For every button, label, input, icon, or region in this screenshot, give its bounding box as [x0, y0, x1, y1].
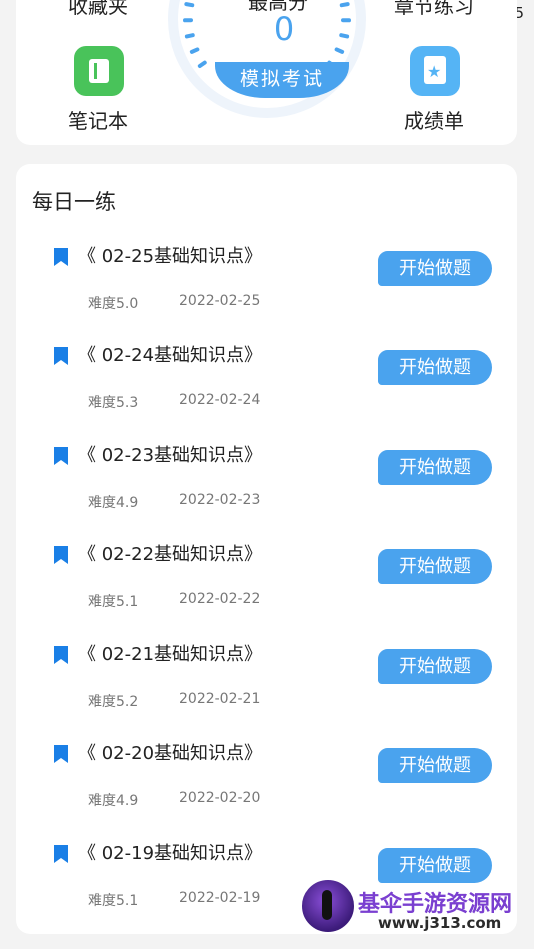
item-title: 《 02-22基础知识点》 — [78, 544, 263, 565]
start-practice-button[interactable]: 开始做题 — [378, 649, 492, 684]
bookmark-icon — [54, 745, 68, 763]
watermark-logo-icon — [300, 878, 356, 934]
item-title: 《 02-19基础知识点》 — [78, 843, 263, 864]
top-panel: 收藏夹 章节练习 ★ 笔记本 成绩单 最高分 0 模拟考试 — [16, 0, 517, 145]
gauge-tick — [339, 2, 350, 8]
item-date: 2022-02-25 — [179, 293, 261, 309]
item-difficulty: 难度5.2 — [88, 694, 139, 710]
item-title: 《 02-21基础知识点》 — [78, 644, 263, 665]
item-difficulty: 难度4.9 — [88, 495, 139, 511]
bookmark-icon — [54, 646, 68, 664]
item-date: 2022-02-21 — [179, 691, 261, 707]
gauge-tick — [184, 2, 195, 8]
gauge-tick — [189, 47, 200, 54]
start-practice-button[interactable]: 开始做题 — [378, 748, 492, 783]
watermark-url: www.j313.com — [378, 914, 502, 932]
item-date: 2022-02-24 — [179, 392, 261, 408]
list-item[interactable]: 《 02-25基础知识点》 难度5.0 2022-02-25 开始做题 — [16, 246, 517, 347]
report-card-icon[interactable]: ★ — [410, 46, 460, 96]
bookmark-icon — [54, 347, 68, 365]
item-date: 2022-02-22 — [179, 591, 261, 607]
gauge-tick — [184, 33, 195, 39]
item-difficulty: 难度4.9 — [88, 793, 139, 809]
bookmark-icon — [54, 845, 68, 863]
notebook-label[interactable]: 笔记本 — [68, 105, 128, 134]
list-item[interactable]: 《 02-24基础知识点》 难度5.3 2022-02-24 开始做题 — [16, 345, 517, 446]
bookmark-icon — [54, 248, 68, 266]
daily-practice-card: 每日一练 《 02-25基础知识点》 难度5.0 2022-02-25 开始做题… — [16, 164, 517, 934]
start-practice-button[interactable]: 开始做题 — [378, 450, 492, 485]
item-title: 《 02-23基础知识点》 — [78, 445, 263, 466]
list-item[interactable]: 《 02-21基础知识点》 难度5.2 2022-02-21 开始做题 — [16, 644, 517, 745]
item-title: 《 02-20基础知识点》 — [78, 743, 263, 764]
high-score-value: 0 — [273, 10, 295, 48]
list-item[interactable]: 《 02-20基础知识点》 难度4.9 2022-02-20 开始做题 — [16, 743, 517, 844]
item-difficulty: 难度5.1 — [88, 893, 139, 909]
item-title: 《 02-24基础知识点》 — [78, 345, 263, 366]
favorites-label[interactable]: 收藏夹 — [68, 0, 128, 19]
item-difficulty: 难度5.0 — [88, 296, 139, 312]
watermark: 基伞手游资源网 www.j313.com — [298, 876, 534, 940]
item-difficulty: 难度5.3 — [88, 395, 139, 411]
item-date: 2022-02-23 — [179, 492, 261, 508]
section-title: 每日一练 — [32, 190, 116, 214]
start-practice-button[interactable]: 开始做题 — [378, 251, 492, 286]
bookmark-icon — [54, 546, 68, 564]
report-card-label[interactable]: 成绩单 — [404, 105, 464, 134]
gauge-tick — [339, 33, 350, 39]
item-title: 《 02-25基础知识点》 — [78, 246, 263, 267]
item-date: 2022-02-19 — [179, 890, 261, 906]
gauge-tick — [197, 60, 207, 69]
item-date: 2022-02-20 — [179, 790, 261, 806]
gauge-tick — [334, 47, 345, 54]
list-item[interactable]: 《 02-22基础知识点》 难度5.1 2022-02-22 开始做题 — [16, 544, 517, 645]
notebook-icon[interactable] — [74, 46, 124, 96]
chapter-practice-label[interactable]: 章节练习 — [394, 0, 474, 19]
item-difficulty: 难度5.1 — [88, 594, 139, 610]
list-item[interactable]: 《 02-23基础知识点》 难度4.9 2022-02-23 开始做题 — [16, 445, 517, 546]
start-practice-button[interactable]: 开始做题 — [378, 350, 492, 385]
start-practice-button[interactable]: 开始做题 — [378, 549, 492, 584]
bookmark-icon — [54, 447, 68, 465]
